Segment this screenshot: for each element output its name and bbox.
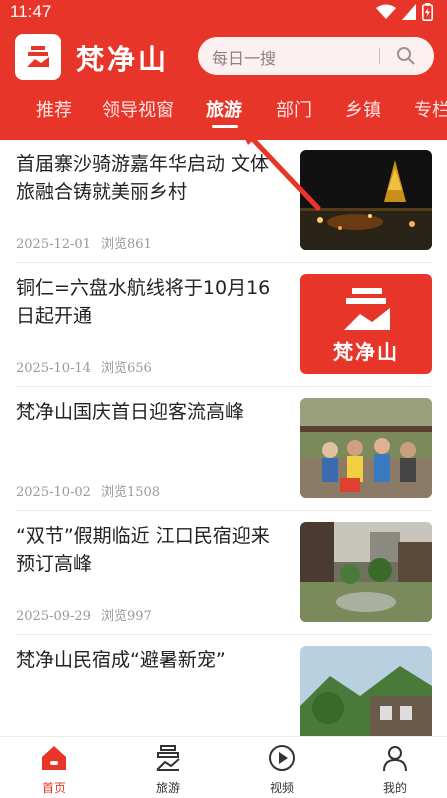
search-divider [379,48,380,64]
home-icon [42,746,66,770]
nav-video[interactable]: 视频 [242,743,322,796]
tab-travel[interactable]: 旅游 [206,96,242,122]
category-tabs: | 推荐 领导视窗 旅游 部门 乡镇 专栏 [0,96,447,126]
article-item[interactable]: 梵净山国庆首日迎客流高峰 2025-10-02 浏览1508 [16,388,433,512]
article-meta: 2025-10-14 浏览656 [16,357,152,376]
article-title[interactable]: 铜仁=六盘水航线将于10月16日起开通 [16,274,286,330]
item-divider [16,634,433,635]
article-thumbnail[interactable] [300,646,432,746]
status-bar: 11:47 [0,0,447,26]
nav-video-label: 视频 [269,781,294,795]
article-meta: 2025-09-29 浏览997 [16,605,152,624]
article-title[interactable]: 梵净山民宿成“避暑新宠” [16,646,286,674]
logo-mountain-icon [27,46,49,67]
app-title: 梵净山 [76,43,170,76]
bottom-navigation: 首页 旅游 视频 我的 [0,736,447,798]
article-thumbnail[interactable]: 梵净山 [300,274,432,374]
article-thumbnail[interactable] [300,150,432,250]
tab-partial-left[interactable]: | [0,96,2,117]
article-date: 2025-10-14 [16,361,91,376]
active-tab-indicator [212,125,238,128]
nav-home-label: 首页 [41,781,66,795]
app-logo[interactable] [15,34,61,80]
article-title[interactable]: “双节”假期临近 江口民宿迎来预订高峰 [16,522,286,578]
item-divider [16,510,433,511]
article-thumbnail[interactable] [300,522,432,622]
signal-icon [402,4,416,20]
article-views: 浏览997 [100,609,152,624]
article-item[interactable]: 铜仁=六盘水航线将于10月16日起开通 2025-10-14 浏览656 梵净山 [16,264,433,388]
article-date: 2025-09-29 [16,609,91,624]
article-meta: 2025-12-01 浏览861 [16,233,152,252]
user-icon [383,746,407,772]
tab-departments[interactable]: 部门 [276,96,312,122]
nav-travel[interactable]: 旅游 [128,743,208,796]
article-date: 2025-12-01 [16,237,91,252]
wifi-icon [376,4,396,20]
search-placeholder: 每日一搜 [212,49,277,68]
play-icon [269,745,295,771]
status-time: 11:47 [10,2,52,21]
item-divider [16,386,433,387]
article-meta: 2025-10-02 浏览1508 [16,481,160,500]
search-icon[interactable] [396,46,416,70]
nav-travel-label: 旅游 [155,781,180,795]
tab-columns[interactable]: 专栏 [414,96,447,122]
thumbnail-logo-text: 梵净山 [333,340,399,364]
article-item[interactable]: 首届寨沙骑游嘉年华启动 文体旅融合铸就美丽乡村 2025-12-01 浏览861 [16,140,433,264]
item-divider [16,262,433,263]
nav-profile[interactable]: 我的 [355,743,435,796]
tab-leadership[interactable]: 领导视窗 [102,96,174,122]
article-item[interactable]: “双节”假期临近 江口民宿迎来预订高峰 2025-09-29 浏览997 [16,512,433,636]
article-date: 2025-10-02 [16,485,91,500]
article-views: 浏览861 [100,237,152,252]
article-views: 浏览656 [100,361,152,376]
tab-recommend[interactable]: 推荐 [36,96,72,122]
search-bar[interactable]: 每日一搜 [198,37,434,75]
article-title[interactable]: 梵净山国庆首日迎客流高峰 [16,398,286,426]
article-views: 浏览1508 [100,485,161,500]
battery-icon [422,3,433,21]
article-title[interactable]: 首届寨沙骑游嘉年华启动 文体旅融合铸就美丽乡村 [16,150,286,206]
travel-icon [156,745,180,771]
tab-towns[interactable]: 乡镇 [345,96,381,122]
top-header: 11:47 梵净山 每日一搜 | 推荐 领导视窗 [0,0,447,140]
nav-profile-label: 我的 [382,781,407,795]
article-thumbnail[interactable] [300,398,432,498]
nav-home[interactable]: 首页 [14,743,94,796]
